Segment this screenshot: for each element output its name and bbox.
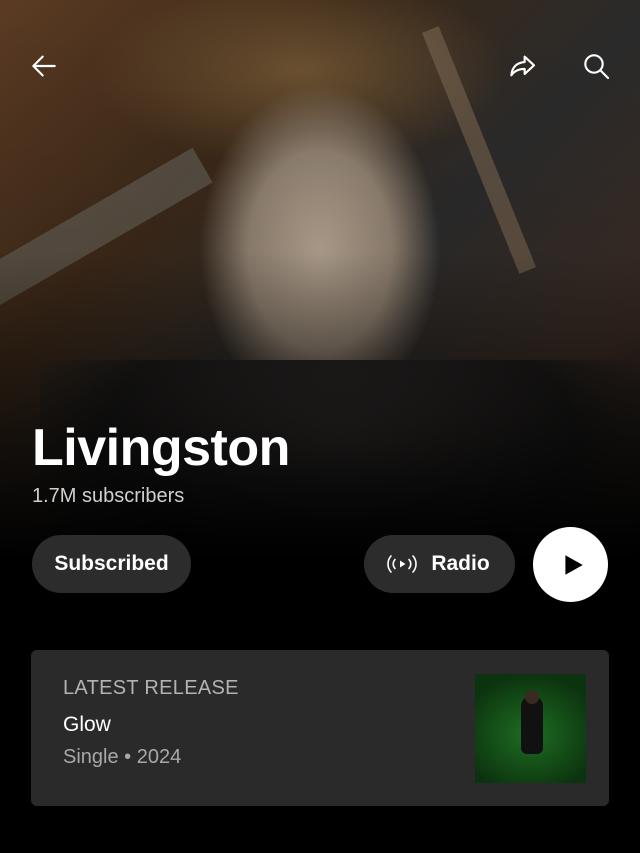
search-icon: [584, 54, 610, 80]
play-button[interactable]: [533, 527, 608, 602]
latest-release-card[interactable]: LATEST RELEASE Glow Single • 2024: [31, 650, 609, 806]
radio-label: Radio: [431, 552, 490, 575]
share-button[interactable]: [496, 40, 548, 92]
artist-name: Livingston: [32, 419, 290, 477]
radio-broadcast-icon: [387, 555, 418, 573]
release-artwork: [475, 674, 586, 783]
arrow-left-icon: [32, 55, 56, 77]
release-meta: Single • 2024: [63, 746, 182, 768]
share-icon: [510, 55, 536, 77]
release-title: Glow: [63, 713, 111, 736]
search-button[interactable]: [570, 40, 622, 92]
play-icon: [564, 554, 583, 575]
latest-release-label: LATEST RELEASE: [63, 677, 239, 699]
subscriber-count: 1.7M subscribers: [32, 485, 185, 507]
subscribe-button[interactable]: Subscribed: [32, 535, 191, 593]
back-button[interactable]: [18, 40, 70, 92]
radio-button[interactable]: Radio: [364, 535, 515, 593]
subscribe-label: Subscribed: [54, 552, 169, 575]
artwork-figure-head: [525, 690, 539, 704]
artwork-figure: [521, 696, 543, 754]
